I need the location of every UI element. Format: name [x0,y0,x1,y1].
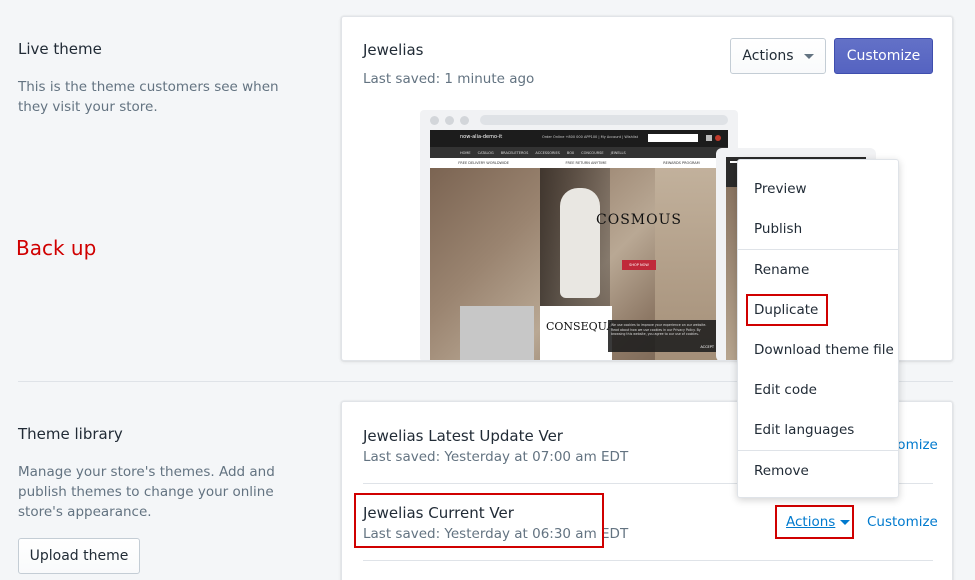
backup-annotation: Back up [16,236,97,260]
menu-item-edit-code[interactable]: Edit code [738,370,898,410]
row-divider [363,560,933,561]
preview-search-box [648,134,698,142]
preview-nav: HOME CATALOG BRACELETEROS ACCESSORIES BO… [430,147,728,158]
preview-nav-item: HOME [460,150,471,155]
preview-card-title: CONSEQUA [546,320,615,333]
preview-nav-item: BOX [566,150,575,155]
window-dot-icon [445,116,454,125]
live-theme-last-saved: Last saved: 1 minute ago [363,71,535,87]
customize-button[interactable]: Customize [834,38,933,74]
caret-down-icon [803,53,814,59]
preview-nav-item: ACCESSORIES [535,150,560,155]
theme-library-description: Manage your store's themes. Add and publ… [18,464,275,520]
window-dot-icon [460,116,469,125]
preview-promo-item: FREE DELIVERY WORLDWIDE [458,161,509,165]
highlight-box-current-theme [354,493,604,548]
preview-cookie-banner: We use cookies to improve your experienc… [608,320,718,352]
live-theme-name: Jewelias [363,41,424,59]
preview-nav-item: CATALOG [477,150,494,155]
preview-topbar-text: Order Online +800 000 APP100 | My Accoun… [542,135,638,139]
address-bar [480,115,728,125]
preview-hero-image: COSMOUS SHOP NOW CONSEQUA We use cookies… [430,168,728,360]
preview-promo-bar: FREE DELIVERY WORLDWIDE FREE RETURN ANYT… [430,158,728,168]
library-theme-last-saved: Last saved: Yesterday at 07:00 am EDT [363,449,629,465]
menu-item-remove[interactable]: Remove [738,451,898,491]
preview-viewport: now-alia-demo-it Order Online +800 000 A… [430,130,728,360]
preview-promo-item: REWARDS PROGRAM [663,161,700,165]
live-theme-actions-button[interactable]: Actions [730,38,826,74]
highlight-box-duplicate [746,294,828,326]
preview-card-image [460,306,534,360]
theme-preview-desktop[interactable]: now-alia-demo-it Order Online +800 000 A… [420,110,738,360]
preview-nav-item: BRACELETEROS [500,150,529,155]
live-theme-description: This is the theme customers see when the… [18,79,279,115]
preview-card: CONSEQUA [540,306,615,360]
menu-item-rename[interactable]: Rename [738,250,898,290]
preview-promo-item: FREE RETURN ANYTIME [565,161,607,165]
menu-item-preview[interactable]: Preview [738,169,898,209]
cart-count-badge [715,135,721,141]
menu-item-publish[interactable]: Publish [738,209,898,249]
theme-library-title: Theme library [18,425,123,443]
preview-header: now-alia-demo-it Order Online +800 000 A… [430,130,728,147]
library-theme-customize-link[interactable]: Customize [867,514,938,530]
preview-nav-item: CONCOURSE [581,150,604,155]
menu-item-edit-languages[interactable]: Edit languages [738,410,898,450]
preview-hero-title: COSMOUS [596,212,682,228]
cart-icon [706,135,712,141]
live-theme-title: Live theme [18,40,102,58]
actions-dropdown-menu: Preview Publish Rename Duplicate Downloa… [737,159,899,498]
menu-item-download-theme-file[interactable]: Download theme file [738,330,898,370]
actions-button-label: Actions [742,48,794,64]
preview-cookie-text: We use cookies to improve your experienc… [611,323,707,336]
upload-theme-button[interactable]: Upload theme [18,538,140,574]
preview-cookie-accept: ACCEPT [700,345,714,349]
window-dot-icon [430,116,439,125]
hero-figure-coat [560,188,600,298]
preview-hero-button: SHOP NOW [622,260,656,270]
preview-nav-item: JEWELLS [610,150,626,155]
library-theme-name: Jewelias Latest Update Ver [363,427,563,445]
preview-logo: now-alia-demo-it [460,134,503,140]
highlight-box-actions [775,505,854,539]
